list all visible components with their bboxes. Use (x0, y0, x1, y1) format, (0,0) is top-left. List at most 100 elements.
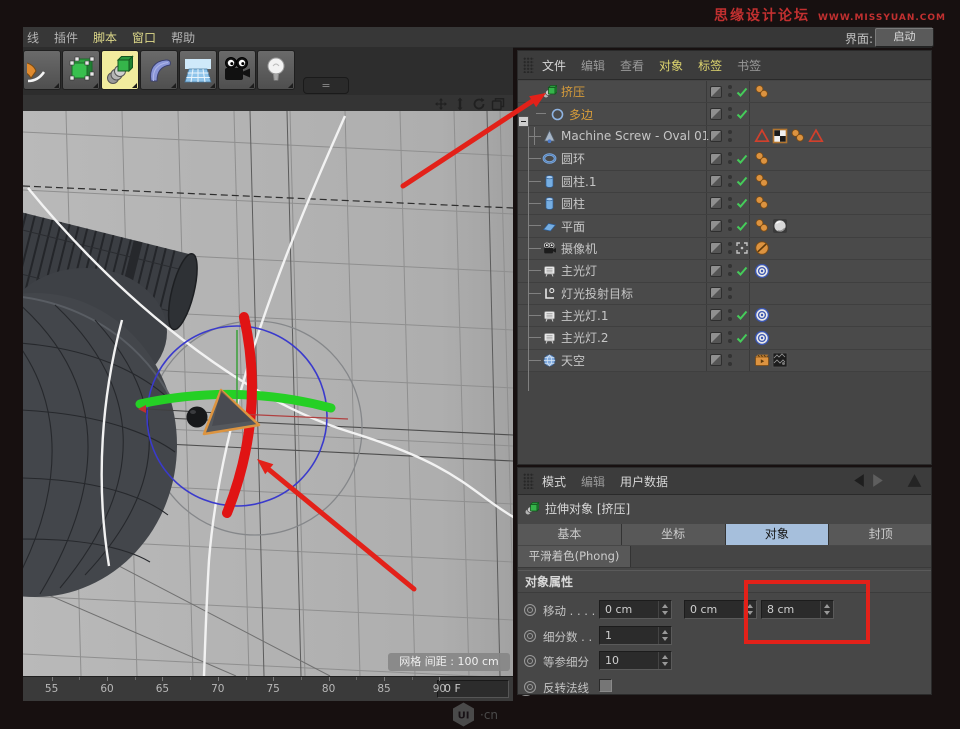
layer-icon[interactable] (710, 130, 722, 142)
enabled-check-icon[interactable] (735, 196, 749, 210)
object-row-8[interactable]: 摄像机 (518, 238, 931, 260)
tool-spline-pen-button[interactable] (23, 50, 61, 90)
layer-icon[interactable] (710, 332, 722, 344)
plane-object-icon[interactable] (542, 219, 557, 234)
tab-2[interactable]: 坐标 (622, 524, 726, 545)
menu-item-3[interactable]: 窗口 (132, 29, 156, 46)
compositing-tag-icon[interactable] (754, 352, 770, 368)
enabled-check-icon[interactable] (735, 308, 749, 322)
tool-bend-button[interactable] (140, 50, 178, 90)
tool-floor-grid-button[interactable] (179, 50, 217, 90)
tab-phong[interactable]: 平滑着色(Phong) (518, 546, 631, 567)
target-tag-icon[interactable] (754, 330, 770, 346)
history-back-icon[interactable] (850, 473, 867, 488)
enabled-check-icon[interactable] (735, 264, 749, 278)
dolly-icon[interactable] (453, 96, 467, 110)
keyframe-circle-icon[interactable] (524, 655, 536, 667)
layer-icon[interactable] (710, 354, 722, 366)
sky-object-icon[interactable] (542, 353, 557, 368)
tool-extrude-button[interactable] (101, 50, 139, 90)
layer-icon[interactable] (710, 153, 722, 165)
state-empty[interactable] (735, 353, 749, 367)
object-row-12[interactable]: 主光灯.2 (518, 327, 931, 349)
object-row-4[interactable]: 圆环 (518, 148, 931, 170)
layer-icon[interactable] (710, 197, 722, 209)
keyframe-circle-icon[interactable] (524, 604, 536, 616)
panel-grip-icon[interactable] (523, 473, 534, 489)
keyframe-circle-icon[interactable] (524, 681, 536, 693)
torus-object-icon[interactable] (542, 151, 557, 166)
visibility-dots[interactable] (727, 219, 732, 233)
value-field[interactable]: 10 (599, 651, 672, 670)
om-menu-0[interactable]: 文件 (542, 57, 566, 74)
value-field[interactable]: 8 cm (761, 600, 834, 619)
om-menu-4[interactable]: 标签 (698, 57, 722, 74)
spinner-icon[interactable] (658, 601, 671, 618)
enabled-check-icon[interactable] (735, 174, 749, 188)
target-tag-icon[interactable] (754, 307, 770, 323)
visibility-dots[interactable] (727, 287, 732, 301)
camera-object-icon[interactable] (542, 241, 557, 256)
layer-icon[interactable] (710, 242, 722, 254)
visibility-dots[interactable] (727, 331, 732, 345)
extrude-object-icon[interactable] (542, 84, 557, 99)
light-object-icon[interactable] (542, 330, 557, 345)
light-object-icon[interactable] (542, 308, 557, 323)
null-object-icon[interactable] (542, 286, 557, 301)
rotate-icon[interactable] (472, 96, 486, 110)
object-row-13[interactable]: 天空 (518, 350, 931, 372)
expand-toggle[interactable] (518, 116, 529, 127)
tool-light-bulb-button[interactable] (257, 50, 295, 90)
tool-subdivision-cube-button[interactable] (62, 50, 100, 90)
target-tag-icon[interactable] (754, 263, 770, 279)
enabled-check-icon[interactable] (735, 107, 749, 121)
menu-item-4[interactable]: 帮助 (171, 29, 195, 46)
pan-icon[interactable] (434, 96, 448, 110)
reverse-normals-checkbox[interactable] (599, 679, 612, 692)
state-empty[interactable] (735, 286, 749, 300)
layer-icon[interactable] (710, 309, 722, 321)
object-row-7[interactable]: 平面 (518, 215, 931, 237)
tab-4[interactable]: 封顶 (829, 524, 932, 545)
object-row-1[interactable]: 挤压 (518, 81, 931, 103)
checker-tag-icon[interactable] (772, 128, 788, 144)
value-field[interactable]: 1 (599, 626, 672, 645)
visibility-dots[interactable] (727, 107, 732, 121)
om-menu-1[interactable]: 编辑 (581, 57, 605, 74)
camera-target-icon[interactable] (735, 241, 749, 255)
visibility-dots[interactable] (727, 197, 732, 211)
visibility-dots[interactable] (727, 130, 732, 144)
material-tag-icon[interactable] (772, 218, 788, 234)
object-row-2[interactable]: 多边 (518, 103, 931, 125)
viewport[interactable]: 网格 间距 : 100 cm (23, 111, 513, 676)
visibility-dots[interactable] (727, 354, 732, 368)
visibility-dots[interactable] (727, 152, 732, 166)
enabled-check-icon[interactable] (735, 85, 749, 99)
display-tag-icon[interactable] (754, 128, 770, 144)
spinner-icon[interactable] (658, 627, 671, 644)
object-row-6[interactable]: 圆柱 (518, 193, 931, 215)
phong-tag-icon[interactable] (754, 151, 770, 167)
object-row-9[interactable]: 主光灯 (518, 260, 931, 282)
spinner-icon[interactable] (743, 601, 756, 618)
palette-handle[interactable]: = (303, 77, 349, 94)
object-row-11[interactable]: 主光灯.1 (518, 305, 931, 327)
cylinder-object-icon[interactable] (542, 196, 557, 211)
spinner-icon[interactable] (658, 652, 671, 669)
layer-icon[interactable] (710, 220, 722, 232)
menu-item-1[interactable]: 插件 (54, 29, 78, 46)
value-field[interactable]: 0 cm (599, 600, 672, 619)
object-row-10[interactable]: 灯光投射目标 (518, 283, 931, 305)
history-forward-icon[interactable] (870, 473, 887, 488)
layer-icon[interactable] (710, 86, 722, 98)
visibility-dots[interactable] (727, 175, 732, 189)
menu-item-0[interactable]: 线 (27, 29, 39, 46)
interface-dropdown[interactable]: 启动 (875, 28, 934, 47)
layer-icon[interactable] (710, 287, 722, 299)
keyframe-circle-icon[interactable] (524, 630, 536, 642)
timeline-ruler[interactable]: 0 F 5560657075808590 (23, 676, 513, 701)
phong-tag-icon[interactable] (754, 173, 770, 189)
parent-up-icon[interactable] (906, 473, 923, 488)
spinner-icon[interactable] (820, 601, 833, 618)
visibility-dots[interactable] (727, 309, 732, 323)
